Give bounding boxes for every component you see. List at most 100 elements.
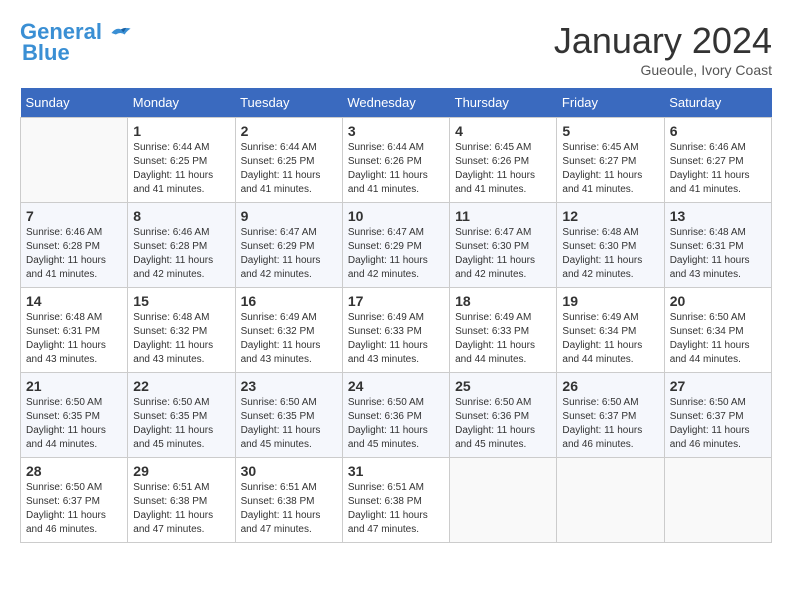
day-number: 13 — [670, 208, 766, 224]
day-info: Sunrise: 6:50 AMSunset: 6:37 PMDaylight:… — [670, 396, 766, 452]
day-number: 25 — [455, 378, 551, 394]
day-number: 17 — [348, 293, 444, 309]
calendar-day: 31 Sunrise: 6:51 AMSunset: 6:38 PMDayligh… — [342, 458, 449, 543]
calendar-day: 9 Sunrise: 6:47 AMSunset: 6:29 PMDaylight… — [235, 203, 342, 288]
calendar-day: 7Sunrise: 6:46 AMSunset: 6:28 PMDaylight… — [21, 203, 128, 288]
calendar-day: 4Sunrise: 6:45 AMSunset: 6:26 PMDaylight… — [450, 118, 557, 203]
calendar-week-4: 21 Sunrise: 6:50 AMSunset: 6:35 PMDayligh… — [21, 373, 772, 458]
day-number: 19 — [562, 293, 658, 309]
day-number: 21 — [26, 378, 122, 394]
day-number: 31 — [348, 463, 444, 479]
day-info: Sunrise: 6:50 AMSunset: 6:35 PMDaylight:… — [133, 396, 229, 452]
calendar-day: 14 Sunrise: 6:48 AMSunset: 6:31 PMDayligh… — [21, 288, 128, 373]
calendar-week-3: 14 Sunrise: 6:48 AMSunset: 6:31 PMDayligh… — [21, 288, 772, 373]
calendar-day: 29 Sunrise: 6:51 AMSunset: 6:38 PMDayligh… — [128, 458, 235, 543]
page-header: General Blue January 2024 Gueoule, Ivory… — [20, 20, 772, 78]
day-info: Sunrise: 6:46 AMSunset: 6:27 PMDaylight:… — [670, 141, 766, 197]
calendar-day: 13 Sunrise: 6:48 AMSunset: 6:31 PMDayligh… — [664, 203, 771, 288]
day-number: 6 — [670, 123, 766, 139]
calendar-day: 24 Sunrise: 6:50 AMSunset: 6:36 PMDayligh… — [342, 373, 449, 458]
logo-blue: Blue — [22, 40, 70, 66]
day-number: 14 — [26, 293, 122, 309]
header-sunday: Sunday — [21, 88, 128, 118]
day-info: Sunrise: 6:48 AMSunset: 6:32 PMDaylight:… — [133, 311, 229, 367]
calendar-day: 22 Sunrise: 6:50 AMSunset: 6:35 PMDayligh… — [128, 373, 235, 458]
calendar-day — [557, 458, 664, 543]
calendar-day: 8 Sunrise: 6:46 AMSunset: 6:28 PMDaylight… — [128, 203, 235, 288]
day-info: Sunrise: 6:51 AMSunset: 6:38 PMDaylight:… — [348, 481, 444, 537]
calendar-day: 18 Sunrise: 6:49 AMSunset: 6:33 PMDayligh… — [450, 288, 557, 373]
day-number: 20 — [670, 293, 766, 309]
header-friday: Friday — [557, 88, 664, 118]
calendar-day: 17 Sunrise: 6:49 AMSunset: 6:33 PMDayligh… — [342, 288, 449, 373]
day-info: Sunrise: 6:48 AMSunset: 6:31 PMDaylight:… — [26, 311, 122, 367]
day-number: 9 — [241, 208, 337, 224]
day-number: 3 — [348, 123, 444, 139]
day-info: Sunrise: 6:49 AMSunset: 6:32 PMDaylight:… — [241, 311, 337, 367]
day-number: 22 — [133, 378, 229, 394]
day-info: Sunrise: 6:44 AMSunset: 6:26 PMDaylight:… — [348, 141, 444, 197]
day-info: Sunrise: 6:44 AMSunset: 6:25 PMDaylight:… — [241, 141, 337, 197]
day-number: 27 — [670, 378, 766, 394]
day-info: Sunrise: 6:50 AMSunset: 6:35 PMDaylight:… — [26, 396, 122, 452]
calendar-day: 15Sunrise: 6:48 AMSunset: 6:32 PMDayligh… — [128, 288, 235, 373]
day-number: 26 — [562, 378, 658, 394]
logo: General Blue — [20, 20, 132, 66]
day-info: Sunrise: 6:48 AMSunset: 6:30 PMDaylight:… — [562, 226, 658, 282]
calendar-day: 30Sunrise: 6:51 AMSunset: 6:38 PMDayligh… — [235, 458, 342, 543]
calendar-day — [450, 458, 557, 543]
calendar-day: 16 Sunrise: 6:49 AMSunset: 6:32 PMDayligh… — [235, 288, 342, 373]
header-saturday: Saturday — [664, 88, 771, 118]
month-title: January 2024 — [554, 20, 772, 62]
calendar-day: 25 Sunrise: 6:50 AMSunset: 6:36 PMDayligh… — [450, 373, 557, 458]
calendar-week-1: 1 Sunrise: 6:44 AMSunset: 6:25 PMDaylight… — [21, 118, 772, 203]
day-number: 28 — [26, 463, 122, 479]
calendar-day: 1Sunrise: 6:44 AMSunset: 6:25 PMDaylight… — [128, 118, 235, 203]
calendar-day: 19Sunrise: 6:49 AMSunset: 6:34 PMDayligh… — [557, 288, 664, 373]
day-number: 12 — [562, 208, 658, 224]
calendar-day: 5Sunrise: 6:45 AMSunset: 6:27 PMDaylight… — [557, 118, 664, 203]
calendar-day: 28 Sunrise: 6:50 AMSunset: 6:37 PMDayligh… — [21, 458, 128, 543]
day-number: 10 — [348, 208, 444, 224]
day-info: Sunrise: 6:49 AMSunset: 6:33 PMDaylight:… — [348, 311, 444, 367]
calendar-week-2: 7 Sunrise: 6:46 AMSunset: 6:28 PMDaylight… — [21, 203, 772, 288]
calendar-day: 6 Sunrise: 6:46 AMSunset: 6:27 PMDaylight… — [664, 118, 771, 203]
day-info: Sunrise: 6:50 AMSunset: 6:36 PMDaylight:… — [455, 396, 551, 452]
calendar-week-5: 28 Sunrise: 6:50 AMSunset: 6:37 PMDayligh… — [21, 458, 772, 543]
day-number: 1 — [133, 123, 229, 139]
day-number: 24 — [348, 378, 444, 394]
day-number: 18 — [455, 293, 551, 309]
day-info: Sunrise: 6:49 AMSunset: 6:33 PMDaylight:… — [455, 311, 551, 367]
day-info: Sunrise: 6:50 AMSunset: 6:37 PMDaylight:… — [26, 481, 122, 537]
calendar-day: 11Sunrise: 6:47 AMSunset: 6:30 PMDayligh… — [450, 203, 557, 288]
day-info: Sunrise: 6:46 AMSunset: 6:28 PMDaylight:… — [133, 226, 229, 282]
calendar-table: Sunday Monday Tuesday Wednesday Thursday… — [20, 88, 772, 543]
day-info: Sunrise: 6:51 AMSunset: 6:38 PMDaylight:… — [241, 481, 337, 537]
calendar-day: 21 Sunrise: 6:50 AMSunset: 6:35 PMDayligh… — [21, 373, 128, 458]
day-number: 23 — [241, 378, 337, 394]
day-info: Sunrise: 6:47 AMSunset: 6:30 PMDaylight:… — [455, 226, 551, 282]
calendar-day: 27 Sunrise: 6:50 AMSunset: 6:37 PMDayligh… — [664, 373, 771, 458]
location-subtitle: Gueoule, Ivory Coast — [554, 62, 772, 78]
day-info: Sunrise: 6:47 AMSunset: 6:29 PMDaylight:… — [348, 226, 444, 282]
header-tuesday: Tuesday — [235, 88, 342, 118]
day-info: Sunrise: 6:51 AMSunset: 6:38 PMDaylight:… — [133, 481, 229, 537]
day-number: 4 — [455, 123, 551, 139]
day-number: 7 — [26, 208, 122, 224]
day-info: Sunrise: 6:47 AMSunset: 6:29 PMDaylight:… — [241, 226, 337, 282]
day-info: Sunrise: 6:50 AMSunset: 6:36 PMDaylight:… — [348, 396, 444, 452]
calendar-day: 23 Sunrise: 6:50 AMSunset: 6:35 PMDayligh… — [235, 373, 342, 458]
day-info: Sunrise: 6:45 AMSunset: 6:27 PMDaylight:… — [562, 141, 658, 197]
calendar-day — [21, 118, 128, 203]
day-info: Sunrise: 6:48 AMSunset: 6:31 PMDaylight:… — [670, 226, 766, 282]
day-number: 8 — [133, 208, 229, 224]
day-number: 16 — [241, 293, 337, 309]
header-thursday: Thursday — [450, 88, 557, 118]
calendar-day — [664, 458, 771, 543]
day-info: Sunrise: 6:50 AMSunset: 6:35 PMDaylight:… — [241, 396, 337, 452]
calendar-day: 20Sunrise: 6:50 AMSunset: 6:34 PMDayligh… — [664, 288, 771, 373]
calendar-day: 12 Sunrise: 6:48 AMSunset: 6:30 PMDayligh… — [557, 203, 664, 288]
calendar-day: 10 Sunrise: 6:47 AMSunset: 6:29 PMDayligh… — [342, 203, 449, 288]
header-monday: Monday — [128, 88, 235, 118]
day-number: 29 — [133, 463, 229, 479]
